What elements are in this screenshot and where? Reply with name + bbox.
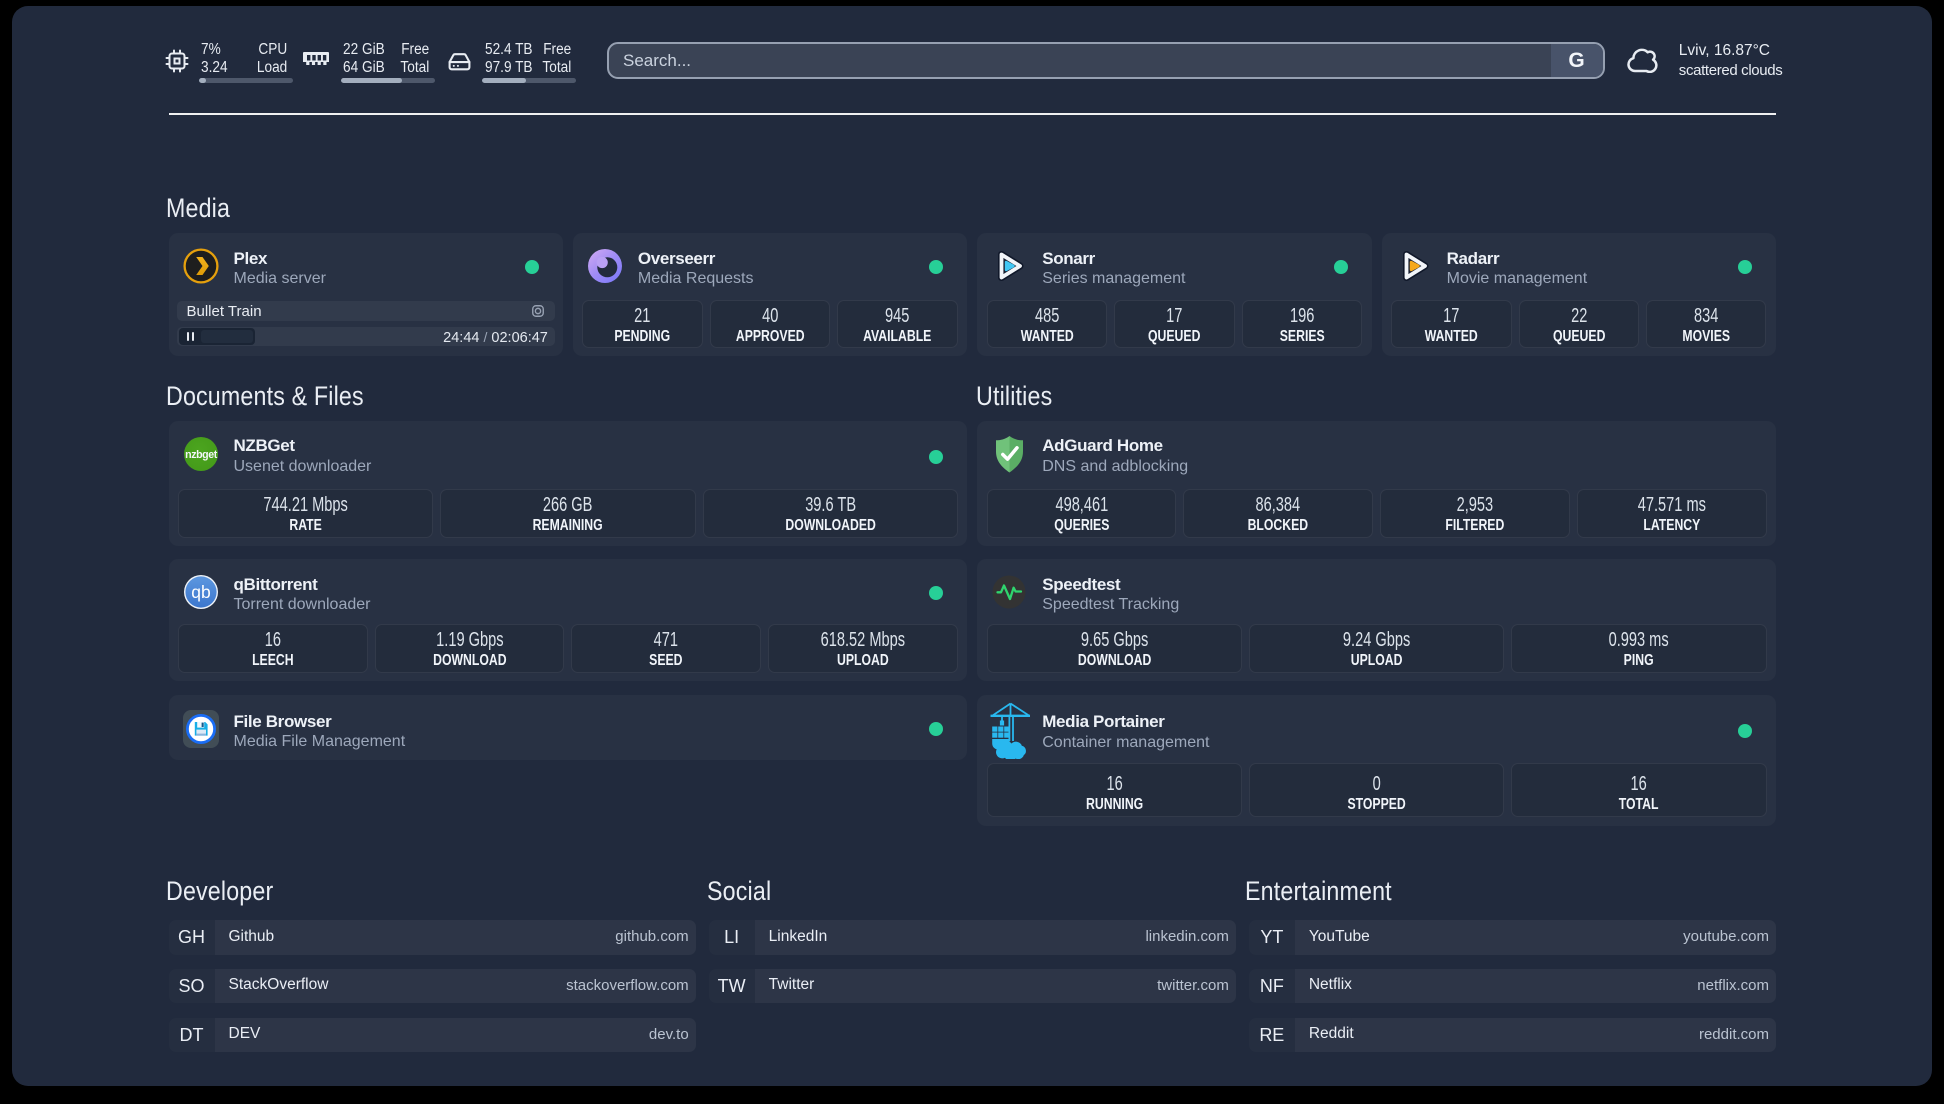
- svg-text:qb: qb: [191, 582, 210, 602]
- svg-text:nzbget: nzbget: [185, 448, 218, 460]
